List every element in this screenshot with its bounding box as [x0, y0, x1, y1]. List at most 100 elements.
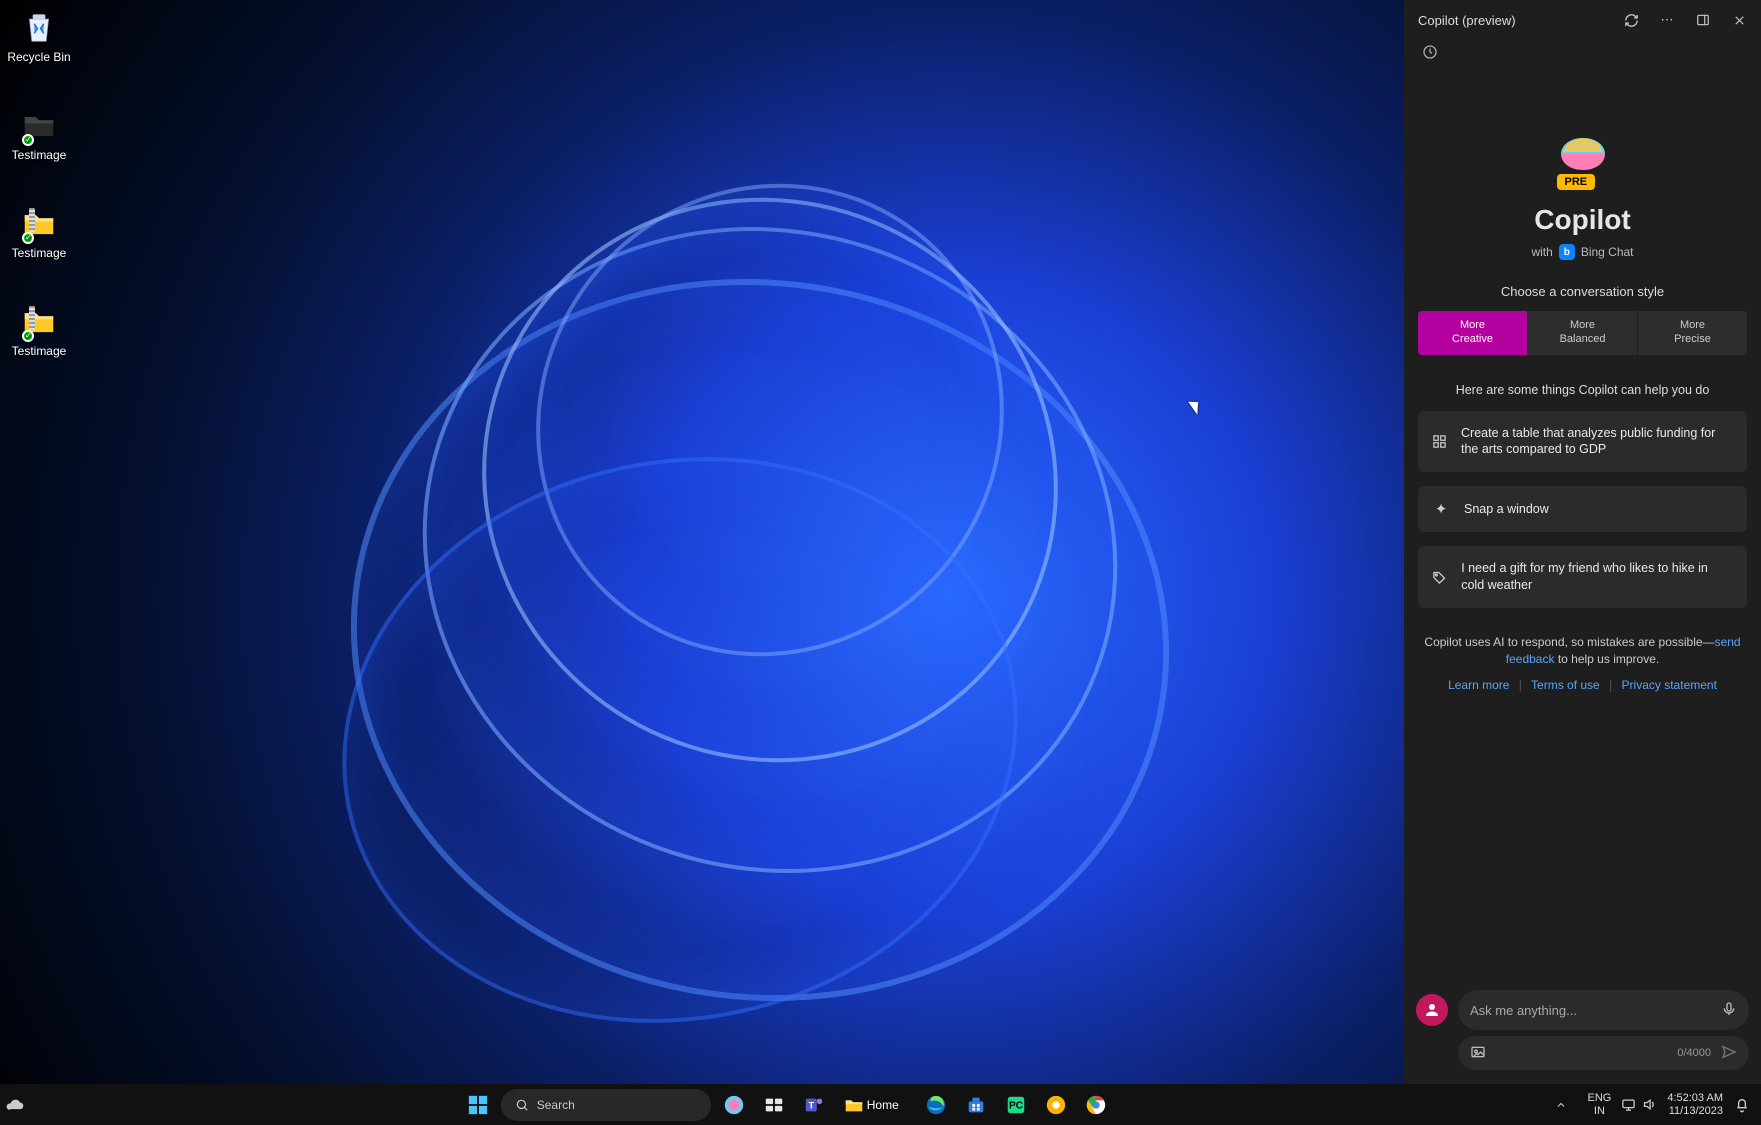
copilot-subtitle: with b Bing Chat: [1531, 244, 1633, 260]
desktop-icon-recycle-bin[interactable]: Recycle Bin: [4, 6, 74, 64]
desktop-icon-label: Testimage: [12, 344, 67, 358]
dock-button[interactable]: [1689, 6, 1717, 34]
taskbar-clock[interactable]: 4:52:03 AM 11/13/2023: [1667, 1092, 1723, 1117]
network-icon: [1621, 1097, 1636, 1112]
desktop-icon-label: Testimage: [12, 148, 67, 162]
terms-link[interactable]: Terms of use: [1531, 678, 1600, 692]
send-button[interactable]: [1721, 1044, 1737, 1063]
style-tab-line2: Creative: [1452, 333, 1493, 345]
ask-placeholder: Ask me anything...: [1470, 1003, 1721, 1018]
zip-folder-icon: [18, 202, 60, 244]
desktop-icon-label: Recycle Bin: [7, 50, 70, 64]
ask-input[interactable]: Ask me anything...: [1458, 990, 1749, 1030]
taskbar-pin-copilot[interactable]: [717, 1088, 751, 1122]
desktop[interactable]: Recycle Bin Testimage Testimage Testimag…: [0, 0, 1404, 1084]
mic-icon[interactable]: [1721, 1001, 1737, 1020]
subtitle-prefix: with: [1531, 245, 1552, 259]
subtitle-brand: Bing Chat: [1581, 245, 1634, 259]
privacy-link[interactable]: Privacy statement: [1622, 678, 1717, 692]
desktop-icon-testimage-3[interactable]: Testimage: [4, 300, 74, 358]
taskbar-pin-explorer[interactable]: Home: [837, 1088, 913, 1122]
taskbar-search[interactable]: Search: [501, 1089, 711, 1121]
taskbar-pin-teams[interactable]: T: [797, 1088, 831, 1122]
help-heading: Here are some things Copilot can help yo…: [1418, 383, 1747, 397]
lang-top: ENG: [1588, 1092, 1612, 1104]
copilot-brand: Copilot: [1534, 204, 1630, 236]
svg-text:T: T: [808, 1100, 814, 1110]
explorer-label: Home: [867, 1098, 899, 1112]
suggestion-text: Create a table that analyzes public fund…: [1461, 425, 1733, 459]
weather-widget[interactable]: [0, 1088, 30, 1122]
ask-toolbar: 0/4000: [1458, 1036, 1749, 1070]
style-tab-line1: More: [1460, 319, 1485, 331]
copilot-hero: PRE Copilot with b Bing Chat: [1418, 134, 1747, 260]
history-button[interactable]: [1418, 40, 1442, 64]
taskbar-pin-taskview[interactable]: [757, 1088, 791, 1122]
pre-badge: PRE: [1557, 174, 1596, 190]
style-tabs: More Creative More Balanced More Precise: [1418, 311, 1747, 355]
suggestion-text: I need a gift for my friend who likes to…: [1461, 560, 1733, 594]
refresh-button[interactable]: [1617, 6, 1645, 34]
clock-date: 11/13/2023: [1667, 1105, 1723, 1118]
desktop-icon-label: Testimage: [12, 246, 67, 260]
folder-icon: [18, 104, 60, 146]
style-tab-creative[interactable]: More Creative: [1418, 311, 1527, 355]
separator: |: [1519, 678, 1522, 692]
separator: |: [1609, 678, 1612, 692]
footnote: Copilot uses AI to respond, so mistakes …: [1418, 634, 1747, 668]
bing-icon: b: [1559, 244, 1575, 260]
close-button[interactable]: [1725, 6, 1753, 34]
taskbar: Search T Home PC ENG IN 4:52:03 AM 11/13…: [0, 1084, 1761, 1125]
taskbar-pin-edge[interactable]: [919, 1088, 953, 1122]
image-input-button[interactable]: [1470, 1044, 1486, 1063]
taskbar-pin-app[interactable]: [1039, 1088, 1073, 1122]
style-tab-balanced[interactable]: More Balanced: [1527, 311, 1637, 355]
clock-time: 4:52:03 AM: [1667, 1092, 1723, 1105]
desktop-icon-testimage-1[interactable]: Testimage: [4, 104, 74, 162]
language-indicator[interactable]: ENG IN: [1588, 1092, 1612, 1116]
taskbar-pin-chrome[interactable]: [1079, 1088, 1113, 1122]
suggestion-card-2[interactable]: ✦ Snap a window: [1418, 486, 1747, 532]
notifications-button[interactable]: [1733, 1096, 1751, 1114]
mouse-cursor: [1188, 397, 1204, 415]
sparkle-icon: ✦: [1432, 500, 1450, 518]
footnote-b: to help us improve.: [1554, 652, 1659, 666]
taskbar-tray: ENG IN 4:52:03 AM 11/13/2023: [1544, 1088, 1761, 1122]
learn-more-link[interactable]: Learn more: [1448, 678, 1509, 692]
suggestion-card-1[interactable]: Create a table that analyzes public fund…: [1418, 411, 1747, 473]
svg-text:PC: PC: [1009, 1100, 1023, 1111]
style-tab-precise[interactable]: More Precise: [1637, 311, 1747, 355]
style-tab-line2: Balanced: [1560, 333, 1606, 345]
lang-bot: IN: [1588, 1105, 1612, 1117]
style-tab-line1: More: [1570, 319, 1595, 331]
tray-icons[interactable]: [1621, 1097, 1657, 1112]
footnote-a: Copilot uses AI to respond, so mistakes …: [1424, 635, 1714, 649]
sync-check-icon: [22, 330, 34, 342]
copilot-input-dock: Ask me anything... 0/4000: [1404, 980, 1761, 1084]
tray-overflow[interactable]: [1544, 1088, 1578, 1122]
sync-check-icon: [22, 232, 34, 244]
char-counter: 0/4000: [1677, 1047, 1711, 1059]
desktop-icon-testimage-2[interactable]: Testimage: [4, 202, 74, 260]
search-icon: [515, 1098, 529, 1112]
recycle-bin-icon: [18, 6, 60, 48]
footer-links: Learn more | Terms of use | Privacy stat…: [1418, 678, 1747, 692]
copilot-titlebar: Copilot (preview) ⋯: [1404, 0, 1761, 40]
style-tab-line2: Precise: [1674, 333, 1711, 345]
copilot-title: Copilot (preview): [1418, 13, 1609, 28]
suggestion-card-3[interactable]: I need a gift for my friend who likes to…: [1418, 546, 1747, 608]
more-button[interactable]: ⋯: [1653, 6, 1681, 34]
folder-icon: [843, 1094, 865, 1116]
start-button[interactable]: [461, 1088, 495, 1122]
taskbar-center: Search T Home PC: [30, 1088, 1544, 1122]
copilot-toolbar: [1404, 40, 1761, 72]
style-tab-line1: More: [1680, 319, 1705, 331]
copilot-body: PRE Copilot with b Bing Chat Choose a co…: [1404, 72, 1761, 980]
sync-check-icon: [22, 134, 34, 146]
user-avatar[interactable]: [1416, 994, 1448, 1026]
volume-icon: [1642, 1097, 1657, 1112]
grid-icon: [1432, 434, 1447, 449]
taskbar-pin-store[interactable]: [959, 1088, 993, 1122]
copilot-panel: Copilot (preview) ⋯ PRE Copilot with b B…: [1404, 0, 1761, 1084]
taskbar-pin-pycharm[interactable]: PC: [999, 1088, 1033, 1122]
